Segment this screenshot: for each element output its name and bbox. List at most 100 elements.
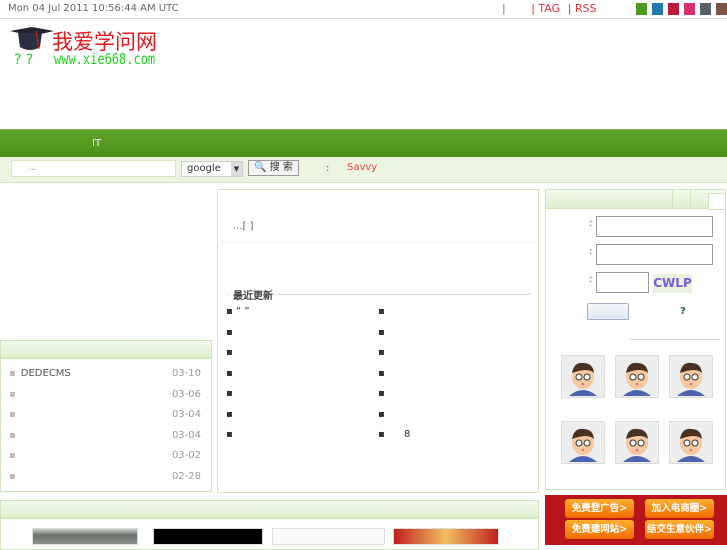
top-links: | | TAG | RSS xyxy=(502,2,600,15)
member-avatar[interactable] xyxy=(669,355,713,398)
list-item-date: 03-10 xyxy=(171,368,201,379)
search-button[interactable]: 🔍 搜 索 xyxy=(248,160,299,176)
recent-item[interactable]: ▪ xyxy=(226,327,233,338)
top-bar: Mon 04 Jul 2011 10:56:44 AM UTC xyxy=(0,0,727,19)
photo-thumb[interactable] xyxy=(272,528,385,545)
theme-swatch[interactable] xyxy=(716,3,727,15)
ad-banner: 免费登广告> 加入电商圈> 免费建网站> 结交生意伙伴> xyxy=(545,495,727,545)
theme-swatch[interactable] xyxy=(668,3,679,15)
left-list-box: ▪ DEDECMS 03-10 ▪ 03-06 ▪ 03-04 ▪ 03-04 ▪ 03-02 ▪ 02… xyxy=(0,340,212,492)
theme-swatch[interactable] xyxy=(652,3,663,15)
recent-item[interactable]: ▪ “ ” xyxy=(226,306,250,317)
captcha-image[interactable]: CWLP xyxy=(653,274,692,293)
avatar-icon xyxy=(623,362,651,396)
avatar-icon xyxy=(569,428,597,462)
hot-colon: : xyxy=(326,163,330,174)
separator: | xyxy=(502,2,506,15)
list-item-date: 03-06 xyxy=(171,388,201,400)
login-button[interactable] xyxy=(587,303,629,320)
photo-box-header xyxy=(1,501,538,519)
middle-box: ...[ ] 最近更新 ▪ “ ” ▪ ▪ ▪ ▪ ▪ ▪ ▪ ▪ ▪ ▪ ▪ ▪… xyxy=(217,189,539,493)
bullet-icon: ▪ xyxy=(226,367,233,379)
login-box: : : : CWLP ? xyxy=(545,189,726,490)
bullet-icon: ▪ xyxy=(226,347,233,358)
recent-item[interactable]: ▪ xyxy=(378,388,401,399)
main-nav: IT xyxy=(0,129,727,157)
bullet-icon: ▪ xyxy=(378,347,385,358)
recent-item[interactable]: ▪ xyxy=(226,388,233,399)
member-avatar[interactable] xyxy=(615,421,659,464)
avatar-icon xyxy=(569,362,597,396)
logo-url[interactable]: www.xie668.com xyxy=(54,50,155,68)
recent-item[interactable]: ▪ xyxy=(378,368,401,379)
bullet-icon: ▪ xyxy=(9,450,16,461)
password-label: : xyxy=(589,246,593,257)
member-avatar[interactable] xyxy=(615,355,659,398)
help-link[interactable]: ? xyxy=(680,306,686,317)
captcha-label: : xyxy=(589,274,593,285)
list-item-date: 02-28 xyxy=(171,470,201,482)
ad-button-post-ad[interactable]: 免费登广告> xyxy=(565,499,634,518)
photo-thumb[interactable] xyxy=(32,528,138,545)
theme-swatch[interactable] xyxy=(700,3,711,15)
date-text: Mon 04 Jul 2011 10:56:44 AM UTC xyxy=(8,3,179,14)
bullet-icon: ▪ xyxy=(378,429,385,440)
bullet-icon: ▪ xyxy=(378,326,385,338)
recent-item[interactable]: ▪ xyxy=(378,327,401,338)
bullet-icon: ▪ xyxy=(9,388,16,400)
ad-button-join[interactable]: 加入电商圈> xyxy=(645,499,714,518)
bullet-icon: ▪ xyxy=(378,306,385,317)
bullet-icon: ▪ xyxy=(9,429,16,441)
recent-item[interactable]: ▪ xyxy=(226,347,233,358)
list-item[interactable]: ▪ 03-04 xyxy=(9,409,201,420)
list-item[interactable]: ▪ 03-04 xyxy=(9,430,201,441)
photo-thumb[interactable] xyxy=(153,528,263,545)
list-item-title[interactable]: DEDECMS xyxy=(21,368,71,379)
list-item-date: 03-04 xyxy=(171,409,201,420)
tag-link[interactable]: | TAG xyxy=(531,2,560,15)
bullet-icon: ▪ xyxy=(378,388,385,399)
username-input[interactable] xyxy=(596,216,713,237)
bullet-icon: ▪ xyxy=(226,429,233,440)
logo-mark: ? ? xyxy=(14,52,34,68)
member-avatar[interactable] xyxy=(561,355,605,398)
bullet-icon: ▪ xyxy=(378,367,385,379)
recent-item[interactable]: ▪ xyxy=(226,368,233,379)
ad-button-build-site[interactable]: 免费建网站> xyxy=(565,520,634,539)
bullet-icon: ▪ xyxy=(226,306,233,317)
ad-button-partners[interactable]: 结交生意伙伴> xyxy=(645,520,714,539)
recent-item[interactable]: ▪ 8 xyxy=(378,429,410,440)
member-avatar[interactable] xyxy=(669,421,713,464)
avatar-icon xyxy=(623,428,651,462)
bullet-icon: ▪ xyxy=(226,408,233,420)
recent-item[interactable]: ▪ xyxy=(378,306,401,317)
recent-item[interactable]: ▪ xyxy=(378,347,401,358)
list-item[interactable]: ▪ 02-28 xyxy=(9,471,201,482)
photo-thumb[interactable] xyxy=(393,528,499,545)
theme-swatch[interactable] xyxy=(636,3,647,15)
captcha-input[interactable] xyxy=(596,272,649,293)
bullet-icon: ▪ xyxy=(9,368,16,379)
login-tab-active[interactable] xyxy=(708,193,726,210)
recent-item[interactable]: ▪ xyxy=(378,409,401,420)
list-item[interactable]: ▪ 03-06 xyxy=(9,389,201,400)
nav-item-it[interactable]: IT xyxy=(92,138,101,149)
list-item[interactable]: ▪ 03-02 xyxy=(9,450,201,461)
intro-more[interactable]: ...[ ] xyxy=(233,221,254,232)
recent-updates-title: 最近更新 xyxy=(230,287,276,302)
bullet-icon: ▪ xyxy=(226,388,233,399)
hot-keyword[interactable]: Savvy xyxy=(347,162,377,173)
member-avatar[interactable] xyxy=(561,421,605,464)
bullet-icon: ▪ xyxy=(378,408,385,420)
password-input[interactable] xyxy=(596,244,713,265)
search-input[interactable]: ... xyxy=(11,160,176,177)
avatar-icon xyxy=(677,428,705,462)
search-icon: 🔍 xyxy=(254,162,267,173)
list-item[interactable]: ▪ DEDECMS 03-10 xyxy=(9,368,201,379)
rss-link[interactable]: | RSS xyxy=(568,2,597,15)
theme-swatch[interactable] xyxy=(684,3,695,15)
recent-item[interactable]: ▪ xyxy=(226,409,233,420)
chevron-down-icon: ▼ xyxy=(231,162,242,176)
recent-item[interactable]: ▪ xyxy=(226,429,233,440)
search-engine-select[interactable]: google ▼ xyxy=(181,161,243,177)
